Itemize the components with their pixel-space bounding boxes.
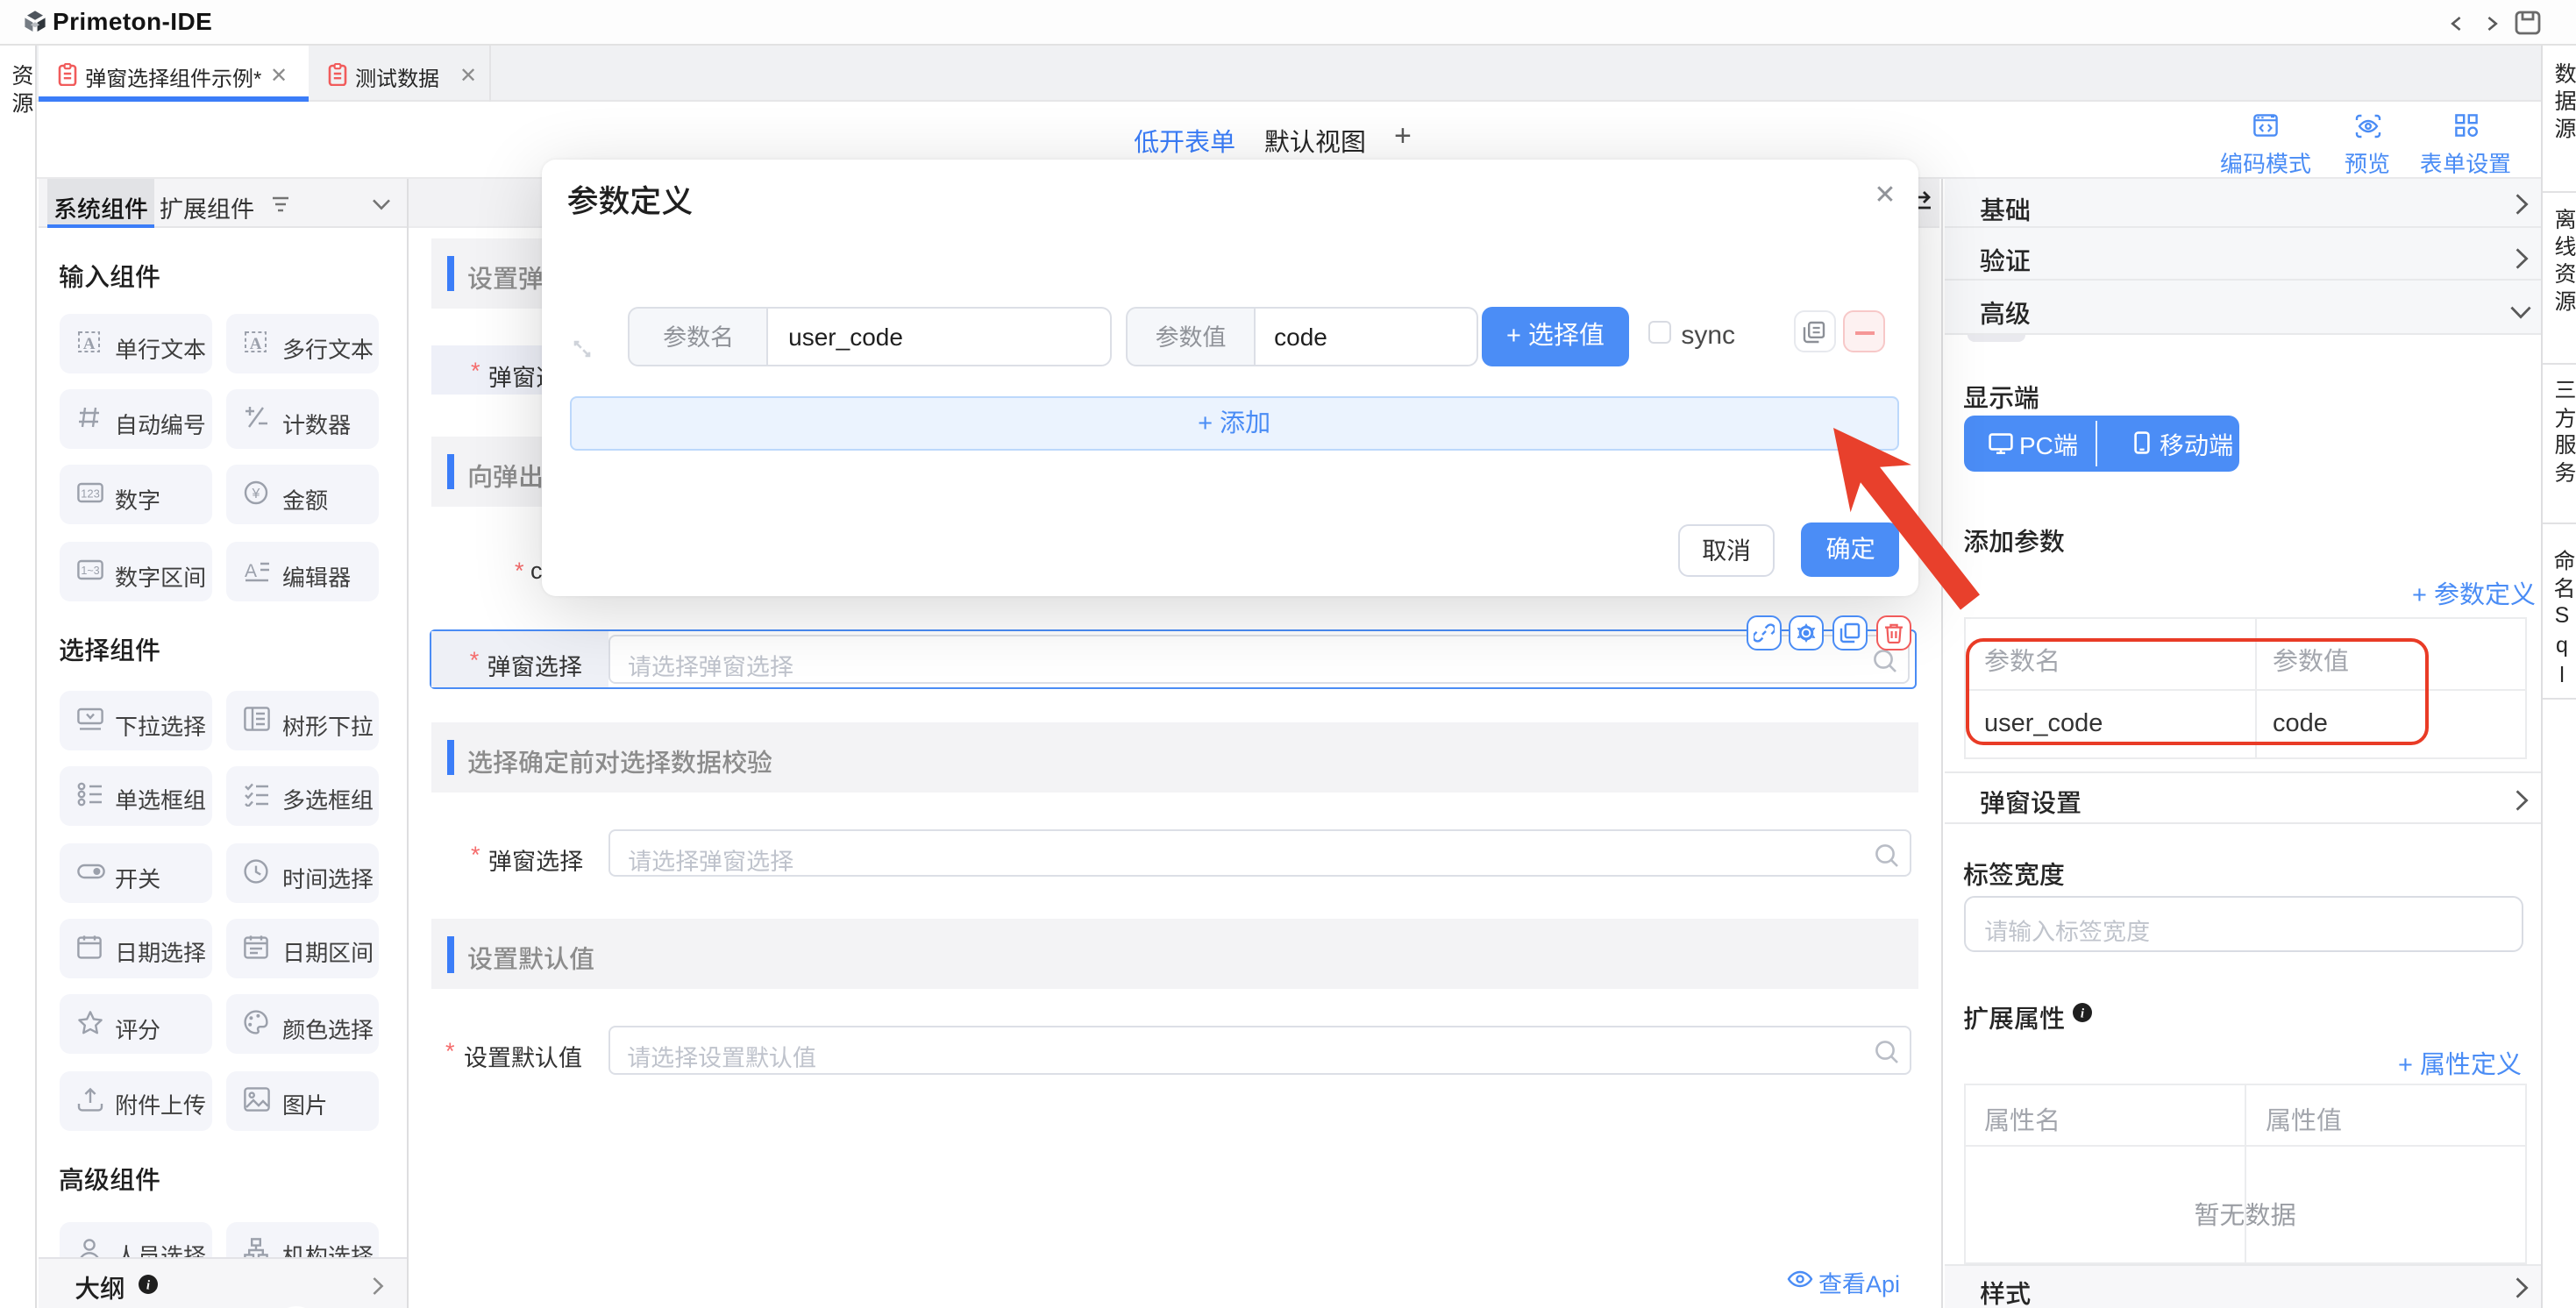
svg-text:A: A [82, 335, 95, 353]
svg-text:123: 123 [80, 487, 99, 501]
svg-text:¥: ¥ [252, 487, 260, 501]
svg-text:1~3: 1~3 [80, 565, 98, 577]
svg-text:A: A [250, 335, 262, 353]
svg-text:A: A [245, 561, 257, 581]
